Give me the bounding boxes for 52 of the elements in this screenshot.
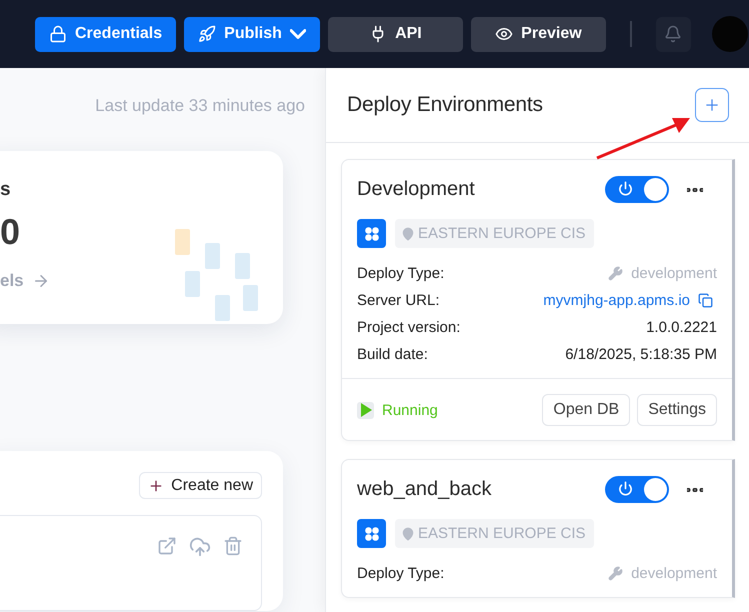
detail-value: development: [631, 265, 717, 282]
stats-title: s: [0, 179, 11, 201]
detail-label: Deploy Type:: [357, 265, 444, 282]
add-button[interactable]: [695, 88, 729, 122]
action-button[interactable]: Open DB: [542, 394, 630, 426]
detail-value: 6/18/2025, 5:18:35 PM: [565, 346, 717, 363]
primary-button[interactable]: Credentials: [35, 16, 176, 52]
wrench-icon: [608, 266, 624, 281]
toolbar-button[interactable]: Preview: [470, 16, 606, 52]
environment-name: web_and_back: [357, 478, 493, 501]
power-toggle[interactable]: [605, 476, 669, 503]
power-toggle[interactable]: [605, 176, 669, 203]
grid-icon: [364, 226, 380, 242]
play-icon: [357, 402, 374, 418]
external-link-icon[interactable]: [157, 536, 177, 556]
detail-label: Project version:: [357, 319, 460, 336]
rocket-icon: [198, 25, 216, 43]
environment-name: Development: [357, 178, 476, 201]
wrench-icon: [608, 566, 624, 581]
detail-value: 1.0.0.2221: [646, 319, 717, 336]
region-tag: EASTERN EUROPE CIS: [395, 519, 594, 548]
eye-icon: [495, 25, 514, 43]
primary-button[interactable]: Publish: [184, 16, 320, 52]
create-new-button[interactable]: Create new: [139, 472, 262, 499]
pin-icon: [401, 526, 415, 540]
status-text: Running: [382, 402, 438, 418]
power-icon: [618, 181, 633, 196]
toolbar-button[interactable]: API: [328, 16, 463, 52]
last-update-text: Last update 33 minutes ago: [94, 96, 306, 116]
detail-value: development: [631, 565, 717, 582]
trash-icon[interactable]: [223, 536, 243, 556]
detail-label: Build date:: [357, 346, 428, 363]
copy-icon[interactable]: [698, 293, 713, 308]
server-url-link[interactable]: myvmjhg-app.apms.io: [543, 292, 690, 309]
more-button[interactable]: [687, 488, 703, 492]
region-tag: EASTERN EUROPE CIS: [395, 219, 594, 248]
more-button[interactable]: [687, 188, 703, 192]
pin-icon: [401, 226, 415, 240]
lock-icon: [49, 25, 67, 43]
grid-icon: [364, 526, 380, 542]
power-icon: [618, 481, 633, 496]
stats-value: 0: [0, 211, 20, 253]
chevron-down-icon: [290, 29, 306, 39]
notifications-button[interactable]: [656, 16, 691, 52]
cloud-upload-icon[interactable]: [189, 536, 211, 558]
bell-icon: [664, 25, 682, 43]
more-icon: [687, 488, 703, 492]
action-button[interactable]: Settings: [637, 394, 717, 426]
more-icon: [687, 188, 703, 192]
panel-title: Deploy Environments: [347, 93, 543, 117]
detail-label: Server URL:: [357, 292, 440, 309]
detail-label: Deploy Type:: [357, 565, 444, 582]
